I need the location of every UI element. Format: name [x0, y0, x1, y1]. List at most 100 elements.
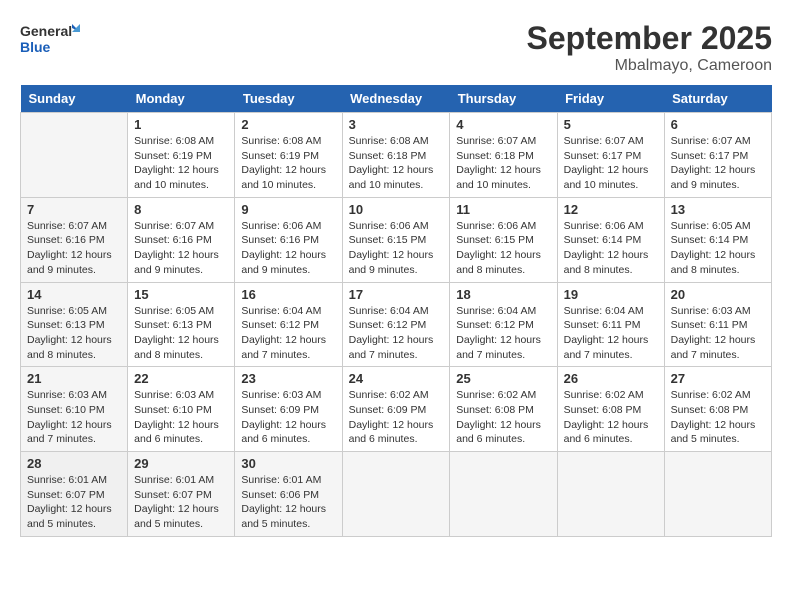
day-cell: 8 Sunrise: 6:07 AM Sunset: 6:16 PM Daylig…	[128, 197, 235, 282]
day-number: 3	[349, 117, 444, 132]
day-number: 25	[456, 371, 550, 386]
day-info: Sunrise: 6:05 AM Sunset: 6:14 PM Dayligh…	[671, 219, 765, 278]
day-cell	[342, 452, 450, 537]
day-number: 29	[134, 456, 228, 471]
day-number: 13	[671, 202, 765, 217]
day-number: 22	[134, 371, 228, 386]
day-cell: 15 Sunrise: 6:05 AM Sunset: 6:13 PM Dayli…	[128, 282, 235, 367]
day-number: 1	[134, 117, 228, 132]
day-cell: 23 Sunrise: 6:03 AM Sunset: 6:09 PM Dayli…	[235, 367, 342, 452]
day-info: Sunrise: 6:04 AM Sunset: 6:12 PM Dayligh…	[241, 304, 335, 363]
day-cell: 25 Sunrise: 6:02 AM Sunset: 6:08 PM Dayli…	[450, 367, 557, 452]
day-number: 21	[27, 371, 121, 386]
location-title: Mbalmayo, Cameroon	[527, 57, 772, 75]
day-info: Sunrise: 6:06 AM Sunset: 6:16 PM Dayligh…	[241, 219, 335, 278]
day-cell: 29 Sunrise: 6:01 AM Sunset: 6:07 PM Dayli…	[128, 452, 235, 537]
day-cell: 6 Sunrise: 6:07 AM Sunset: 6:17 PM Daylig…	[664, 113, 771, 198]
day-header-thursday: Thursday	[450, 85, 557, 113]
days-header-row: SundayMondayTuesdayWednesdayThursdayFrid…	[21, 85, 772, 113]
day-header-saturday: Saturday	[664, 85, 771, 113]
day-cell	[664, 452, 771, 537]
day-cell: 11Sunrise: 6:06 AM Sunset: 6:15 PM Dayli…	[450, 197, 557, 282]
week-row-1: 7 Sunrise: 6:07 AM Sunset: 6:16 PM Daylig…	[21, 197, 772, 282]
day-info: Sunrise: 6:04 AM Sunset: 6:12 PM Dayligh…	[456, 304, 550, 363]
day-info: Sunrise: 6:07 AM Sunset: 6:16 PM Dayligh…	[27, 219, 121, 278]
day-cell: 16 Sunrise: 6:04 AM Sunset: 6:12 PM Dayli…	[235, 282, 342, 367]
day-header-friday: Friday	[557, 85, 664, 113]
day-info: Sunrise: 6:01 AM Sunset: 6:07 PM Dayligh…	[27, 473, 121, 532]
day-number: 15	[134, 287, 228, 302]
day-header-tuesday: Tuesday	[235, 85, 342, 113]
day-cell: 3Sunrise: 6:08 AM Sunset: 6:18 PM Daylig…	[342, 113, 450, 198]
header: General Blue September 2025 Mbalmayo, Ca…	[20, 20, 772, 75]
day-number: 2	[241, 117, 335, 132]
day-number: 30	[241, 456, 335, 471]
day-number: 24	[349, 371, 444, 386]
day-number: 8	[134, 202, 228, 217]
week-row-0: 1 Sunrise: 6:08 AM Sunset: 6:19 PM Daylig…	[21, 113, 772, 198]
day-cell: 24Sunrise: 6:02 AM Sunset: 6:09 PM Dayli…	[342, 367, 450, 452]
day-info: Sunrise: 6:06 AM Sunset: 6:14 PM Dayligh…	[564, 219, 658, 278]
day-info: Sunrise: 6:06 AM Sunset: 6:15 PM Dayligh…	[349, 219, 444, 278]
day-info: Sunrise: 6:02 AM Sunset: 6:08 PM Dayligh…	[564, 388, 658, 447]
day-info: Sunrise: 6:08 AM Sunset: 6:19 PM Dayligh…	[241, 134, 335, 193]
day-info: Sunrise: 6:07 AM Sunset: 6:16 PM Dayligh…	[134, 219, 228, 278]
day-number: 20	[671, 287, 765, 302]
day-cell: 28Sunrise: 6:01 AM Sunset: 6:07 PM Dayli…	[21, 452, 128, 537]
day-number: 11	[456, 202, 550, 217]
day-number: 10	[349, 202, 444, 217]
day-info: Sunrise: 6:01 AM Sunset: 6:06 PM Dayligh…	[241, 473, 335, 532]
day-number: 18	[456, 287, 550, 302]
day-cell: 30 Sunrise: 6:01 AM Sunset: 6:06 PM Dayli…	[235, 452, 342, 537]
day-number: 17	[349, 287, 444, 302]
svg-text:General: General	[20, 23, 72, 39]
day-cell	[21, 113, 128, 198]
week-row-4: 28Sunrise: 6:01 AM Sunset: 6:07 PM Dayli…	[21, 452, 772, 537]
day-number: 19	[564, 287, 658, 302]
day-number: 27	[671, 371, 765, 386]
day-info: Sunrise: 6:05 AM Sunset: 6:13 PM Dayligh…	[27, 304, 121, 363]
day-cell: 20 Sunrise: 6:03 AM Sunset: 6:11 PM Dayli…	[664, 282, 771, 367]
day-number: 16	[241, 287, 335, 302]
day-header-monday: Monday	[128, 85, 235, 113]
calendar-table: SundayMondayTuesdayWednesdayThursdayFrid…	[20, 85, 772, 537]
day-cell: 10 Sunrise: 6:06 AM Sunset: 6:15 PM Dayli…	[342, 197, 450, 282]
day-info: Sunrise: 6:01 AM Sunset: 6:07 PM Dayligh…	[134, 473, 228, 532]
day-info: Sunrise: 6:02 AM Sunset: 6:08 PM Dayligh…	[671, 388, 765, 447]
day-cell: 21 Sunrise: 6:03 AM Sunset: 6:10 PM Dayli…	[21, 367, 128, 452]
day-number: 5	[564, 117, 658, 132]
day-info: Sunrise: 6:03 AM Sunset: 6:10 PM Dayligh…	[27, 388, 121, 447]
day-number: 14	[27, 287, 121, 302]
day-cell: 9 Sunrise: 6:06 AM Sunset: 6:16 PM Daylig…	[235, 197, 342, 282]
day-number: 7	[27, 202, 121, 217]
logo-svg: General Blue	[20, 20, 80, 65]
title-area: September 2025 Mbalmayo, Cameroon	[527, 20, 772, 75]
day-number: 9	[241, 202, 335, 217]
day-number: 12	[564, 202, 658, 217]
day-info: Sunrise: 6:07 AM Sunset: 6:18 PM Dayligh…	[456, 134, 550, 193]
day-info: Sunrise: 6:02 AM Sunset: 6:08 PM Dayligh…	[456, 388, 550, 447]
day-cell: 12 Sunrise: 6:06 AM Sunset: 6:14 PM Dayli…	[557, 197, 664, 282]
day-cell: 18 Sunrise: 6:04 AM Sunset: 6:12 PM Dayli…	[450, 282, 557, 367]
day-number: 4	[456, 117, 550, 132]
day-cell: 7 Sunrise: 6:07 AM Sunset: 6:16 PM Daylig…	[21, 197, 128, 282]
day-number: 6	[671, 117, 765, 132]
day-header-sunday: Sunday	[21, 85, 128, 113]
day-info: Sunrise: 6:03 AM Sunset: 6:09 PM Dayligh…	[241, 388, 335, 447]
month-title: September 2025	[527, 20, 772, 57]
day-info: Sunrise: 6:03 AM Sunset: 6:11 PM Dayligh…	[671, 304, 765, 363]
day-cell: 1Sunrise: 6:08 AM Sunset: 6:19 PM Daylig…	[128, 113, 235, 198]
day-info: Sunrise: 6:07 AM Sunset: 6:17 PM Dayligh…	[671, 134, 765, 193]
day-info: Sunrise: 6:04 AM Sunset: 6:11 PM Dayligh…	[564, 304, 658, 363]
day-cell: 22Sunrise: 6:03 AM Sunset: 6:10 PM Dayli…	[128, 367, 235, 452]
day-info: Sunrise: 6:05 AM Sunset: 6:13 PM Dayligh…	[134, 304, 228, 363]
day-cell: 26 Sunrise: 6:02 AM Sunset: 6:08 PM Dayli…	[557, 367, 664, 452]
logo: General Blue	[20, 20, 80, 65]
day-number: 26	[564, 371, 658, 386]
day-cell: 5Sunrise: 6:07 AM Sunset: 6:17 PM Daylig…	[557, 113, 664, 198]
day-number: 23	[241, 371, 335, 386]
week-row-2: 14 Sunrise: 6:05 AM Sunset: 6:13 PM Dayli…	[21, 282, 772, 367]
day-info: Sunrise: 6:04 AM Sunset: 6:12 PM Dayligh…	[349, 304, 444, 363]
day-cell: 4 Sunrise: 6:07 AM Sunset: 6:18 PM Daylig…	[450, 113, 557, 198]
day-cell: 27 Sunrise: 6:02 AM Sunset: 6:08 PM Dayli…	[664, 367, 771, 452]
